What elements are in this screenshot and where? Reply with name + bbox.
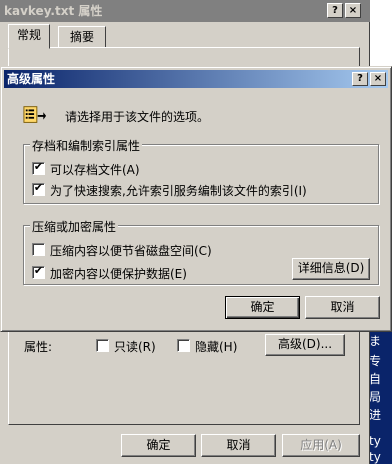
details-button[interactable]: 详细信息(D) xyxy=(292,258,370,280)
close-icon: × xyxy=(348,5,358,16)
properties-cancel-button[interactable]: 取消 xyxy=(201,434,276,457)
intro-text: 请选择用于该文件的选项。 xyxy=(65,110,210,124)
tab-summary-label: 摘要 xyxy=(69,30,94,44)
desktop-fragment-line: 专 xyxy=(369,354,382,368)
close-icon: × xyxy=(373,73,383,84)
compress-label: 压缩内容以便节省磁盘空间(C) xyxy=(50,244,212,258)
file-attributes-icon xyxy=(23,106,47,123)
desktop-fragment-line: 进 xyxy=(369,408,382,422)
compress-encrypt-group: 压缩或加密属性 压缩内容以便节省磁盘空间(C) ✔ 加密内容以便保护数据(E) … xyxy=(23,218,379,285)
advanced-cancel-label: 取消 xyxy=(330,300,355,314)
details-button-label: 详细信息(D) xyxy=(297,261,365,275)
help-icon: ? xyxy=(357,73,363,84)
encrypt-checkbox[interactable]: ✔ xyxy=(32,264,45,279)
tab-summary[interactable]: 摘要 xyxy=(58,26,106,48)
compress-group-title: 压缩或加密属性 xyxy=(30,218,119,235)
help-icon: ? xyxy=(332,5,338,16)
archive-index-group: 存档和编制索引属性 ✔ 可以存档文件(A) ✔ 为了快速搜索,允许索引服务编制该… xyxy=(23,137,379,204)
attributes-row: 属性: 只读(R) 隐藏(H) 高级(D)... xyxy=(24,334,354,356)
archive-label: 可以存档文件(A) xyxy=(50,163,140,177)
advanced-attributes-dialog: 高级属性 ? × 请选择用于该文件的选项。 存档和编制索引属性 ✔ 可以存档文件… xyxy=(0,66,392,332)
attributes-label: 属性: xyxy=(24,340,53,354)
properties-title: kavkey.txt 属性 xyxy=(4,4,103,18)
properties-apply-label: 应用(A) xyxy=(300,438,342,452)
properties-help-button[interactable]: ? xyxy=(327,3,343,18)
advanced-button[interactable]: 高级(D)... xyxy=(265,334,345,356)
advanced-cancel-button[interactable]: 取消 xyxy=(305,296,380,319)
index-label: 为了快速搜索,允许索引服务编制该文件的索引(I) xyxy=(50,184,307,198)
desktop-fragment-line: ま xyxy=(369,334,382,348)
properties-apply-button[interactable]: 应用(A) xyxy=(282,434,360,457)
desktop-fragment-line: ty xyxy=(369,450,381,464)
advanced-title: 高级属性 xyxy=(7,72,56,86)
hidden-label: 隐藏(H) xyxy=(195,340,238,354)
compress-checkbox[interactable] xyxy=(32,243,45,256)
properties-ok-label: 确定 xyxy=(146,438,171,452)
index-checkbox[interactable]: ✔ xyxy=(32,181,45,196)
readonly-checkbox[interactable] xyxy=(96,339,109,352)
desktop-fragment-line: 局 xyxy=(369,390,382,404)
advanced-title-bar: 高级属性 ? × xyxy=(4,70,388,88)
properties-close-button[interactable]: × xyxy=(345,3,361,18)
properties-cancel-label: 取消 xyxy=(226,438,251,452)
advanced-close-button[interactable]: × xyxy=(370,72,386,86)
check-mark-icon: ✔ xyxy=(33,264,44,277)
properties-ok-button[interactable]: 确定 xyxy=(121,434,196,457)
advanced-button-label: 高级(D)... xyxy=(277,337,333,351)
advanced-help-button[interactable]: ? xyxy=(352,72,368,86)
desktop-text-fragment: ま 专 自 局 进 ty ty xyxy=(367,330,392,464)
archive-group-title: 存档和编制索引属性 xyxy=(30,137,143,154)
desktop-fragment-line: ty xyxy=(369,434,381,448)
check-mark-icon: ✔ xyxy=(33,160,44,173)
tab-general[interactable]: 常规 xyxy=(8,24,50,49)
archive-checkbox[interactable]: ✔ xyxy=(32,160,45,175)
readonly-label: 只读(R) xyxy=(114,340,156,354)
check-mark-icon: ✔ xyxy=(33,181,44,194)
tab-general-label: 常规 xyxy=(16,28,41,42)
encrypt-label: 加密内容以便保护数据(E) xyxy=(50,267,187,281)
advanced-ok-button[interactable]: 确定 xyxy=(225,296,300,319)
hidden-checkbox[interactable] xyxy=(177,339,190,352)
advanced-ok-label: 确定 xyxy=(250,300,275,314)
properties-title-bar: kavkey.txt 属性 ? × xyxy=(0,0,370,22)
desktop-fragment-line: 自 xyxy=(369,372,382,386)
